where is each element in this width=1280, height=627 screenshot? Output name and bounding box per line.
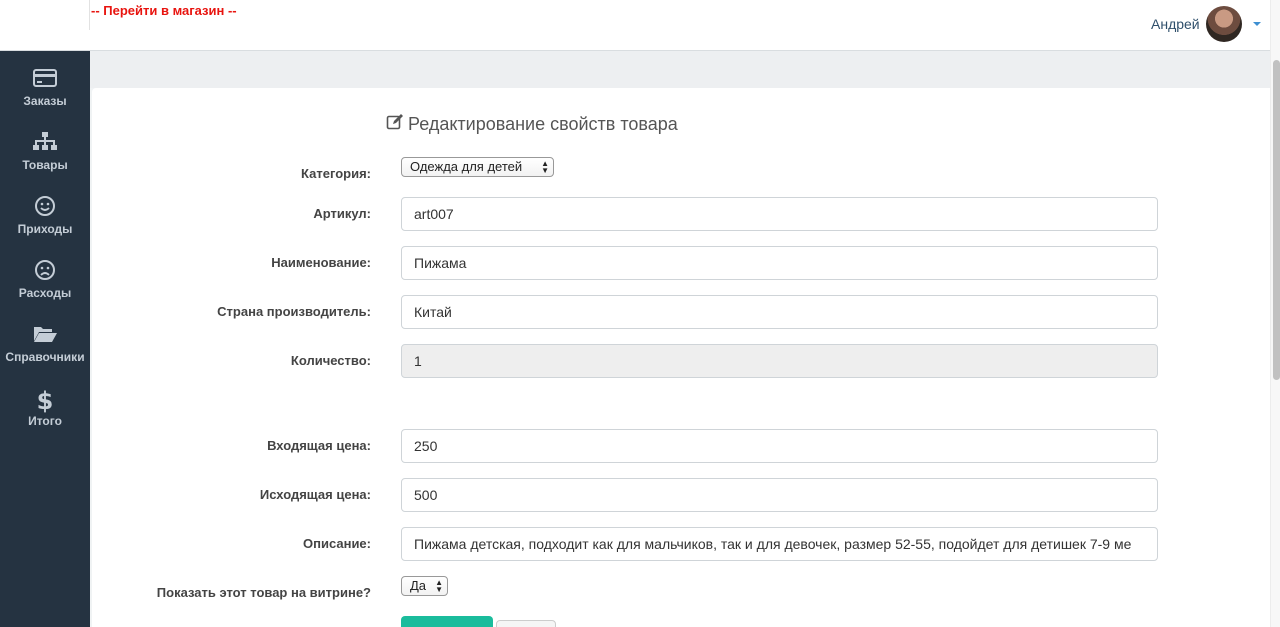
content-header-bar: [90, 51, 1270, 88]
save-button[interactable]: [401, 616, 493, 627]
scrollbar-thumb[interactable]: [1273, 60, 1280, 380]
description-label: Описание:: [303, 536, 371, 551]
category-label: Категория:: [301, 166, 371, 181]
page-title-text: Редактирование свойств товара: [408, 114, 678, 134]
dollar-icon: $: [0, 387, 90, 415]
sidebar-item-expenses[interactable]: Расходы: [0, 249, 90, 313]
sidebar-item-label: Товары: [22, 158, 68, 172]
avatar[interactable]: [1206, 6, 1242, 42]
scrollbar[interactable]: [1270, 0, 1280, 627]
user-name[interactable]: Андрей: [1151, 16, 1200, 32]
sidebar-item-label: Приходы: [17, 222, 73, 236]
quantity-label: Количество:: [290, 353, 371, 368]
sidebar-item-label: Справочники: [5, 350, 85, 364]
frown-icon: [0, 259, 90, 285]
description-input[interactable]: [401, 527, 1158, 561]
show-on-storefront-label: Показать этот товар на витрине?: [156, 585, 371, 600]
article-label: Артикул:: [313, 206, 371, 221]
quantity-input: [401, 344, 1158, 378]
outgoing-price-label: Исходящая цена:: [259, 487, 371, 502]
show-on-storefront-select[interactable]: Да ▲ ▼: [401, 576, 448, 596]
incoming-price-input[interactable]: [401, 429, 1158, 463]
sidebar-item-label: Расходы: [18, 286, 72, 300]
folder-open-icon: [0, 323, 90, 349]
smile-icon: [0, 195, 90, 221]
article-input[interactable]: [401, 197, 1158, 231]
credit-card-icon: [0, 67, 90, 93]
name-label: Наименование:: [271, 255, 371, 270]
cancel-button[interactable]: [496, 620, 556, 627]
svg-text:$: $: [37, 387, 54, 413]
edit-icon: [386, 113, 404, 136]
country-input[interactable]: [401, 295, 1158, 329]
go-to-shop-link[interactable]: -- Перейти в магазин --: [91, 3, 237, 18]
sidebar-item-products[interactable]: Товары: [0, 121, 90, 185]
outgoing-price-input[interactable]: [401, 478, 1158, 512]
country-label: Страна производитель:: [217, 304, 371, 319]
chevron-down-icon[interactable]: [1253, 22, 1261, 26]
page-title: Редактирование свойств товара: [386, 113, 678, 136]
sidebar-item-label: Итого: [28, 414, 62, 428]
incoming-price-label: Входящая цена:: [267, 438, 371, 453]
category-select[interactable]: Одежда для детей ▲ ▼: [401, 157, 554, 177]
sidebar-item-label: Заказы: [23, 94, 67, 108]
name-input[interactable]: [401, 246, 1158, 280]
sidebar-item-income[interactable]: Приходы: [0, 185, 90, 249]
logo-area: [0, 0, 90, 30]
sidebar-item-orders[interactable]: Заказы: [0, 57, 90, 121]
sitemap-icon: [0, 131, 90, 157]
category-select-value: Одежда для детей: [410, 159, 523, 174]
select-arrows-icon: ▲ ▼: [541, 159, 549, 175]
show-select-value: Да: [410, 578, 427, 593]
sidebar: Заказы Товары Приходы Расходы Справочник…: [0, 51, 90, 627]
top-bar: -- Перейти в магазин -- Андрей: [0, 0, 1270, 51]
sidebar-item-directories[interactable]: Справочники: [0, 313, 90, 377]
select-arrows-icon: ▲ ▼: [435, 578, 443, 594]
sidebar-item-total[interactable]: $ Итого: [0, 377, 90, 441]
